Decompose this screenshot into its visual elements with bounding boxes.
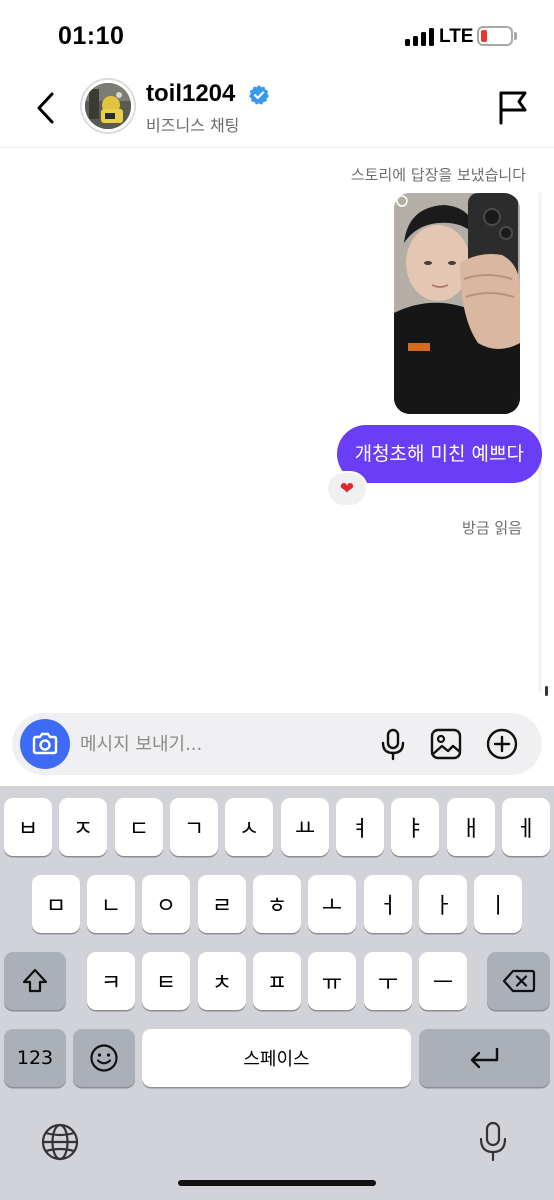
microphone-icon[interactable] <box>376 727 410 761</box>
status-time: 01:10 <box>58 22 125 50</box>
key-u[interactable]: ㅜ <box>364 952 412 1010</box>
key-o[interactable]: ㅗ <box>308 875 356 933</box>
keyboard: ㅂ ㅈ ㄷ ㄱ ㅅ ㅛ ㅕ ㅑ ㅐ ㅔ ㅁ ㄴ ㅇ ㄹ ㅎ ㅗ ㅓ ㅏ ㅣ ㅋ … <box>0 786 554 1200</box>
key-yeo[interactable]: ㅕ <box>336 798 384 856</box>
message-composer <box>12 713 542 775</box>
key-yo[interactable]: ㅛ <box>281 798 329 856</box>
key-ch[interactable]: ㅊ <box>198 952 246 1010</box>
story-reply-note: 스토리에 답장을 보냈습니다 <box>350 166 526 184</box>
key-t[interactable]: ㅌ <box>142 952 190 1010</box>
message-input[interactable] <box>80 713 360 775</box>
key-b[interactable]: ㅂ <box>4 798 52 856</box>
backspace-icon <box>502 969 535 993</box>
key-ng[interactable]: ㅇ <box>142 875 190 933</box>
key-p[interactable]: ㅍ <box>253 952 301 1010</box>
camera-button[interactable] <box>20 719 70 769</box>
scrollbar-thumb[interactable] <box>545 686 548 696</box>
home-indicator <box>178 1180 376 1186</box>
dictation-mic-icon[interactable] <box>476 1120 510 1164</box>
plus-circle-icon[interactable] <box>485 727 519 761</box>
key-ya[interactable]: ㅑ <box>391 798 439 856</box>
key-e[interactable]: ㅔ <box>502 798 550 856</box>
space-key[interactable]: 스페이스 <box>142 1029 411 1087</box>
key-eo[interactable]: ㅓ <box>364 875 412 933</box>
cellular-signal-icon <box>405 28 435 46</box>
camera-icon <box>32 732 58 755</box>
return-icon <box>470 1048 498 1069</box>
numbers-key[interactable]: 123 <box>4 1029 66 1087</box>
key-i[interactable]: ㅣ <box>474 875 522 933</box>
sent-message-bubble[interactable]: 개청초해 미친 예쁘다 <box>336 425 542 483</box>
key-h[interactable]: ㅎ <box>253 875 301 933</box>
key-g[interactable]: ㄱ <box>170 798 218 856</box>
shift-icon <box>22 968 48 993</box>
globe-icon[interactable] <box>40 1122 80 1162</box>
key-yu[interactable]: ㅠ <box>308 952 356 1010</box>
delete-key[interactable] <box>487 952 550 1010</box>
key-ae[interactable]: ㅐ <box>447 798 495 856</box>
read-receipt: 방금 읽음 <box>462 519 522 537</box>
key-n[interactable]: ㄴ <box>87 875 135 933</box>
story-thumbnail[interactable] <box>394 193 520 414</box>
status-bar: 01:10 LTE <box>0 0 554 72</box>
key-a[interactable]: ㅏ <box>419 875 467 933</box>
key-k[interactable]: ㅋ <box>87 952 135 1010</box>
emoji-key[interactable] <box>73 1029 135 1087</box>
verified-badge-icon <box>249 85 269 105</box>
key-s[interactable]: ㅅ <box>225 798 273 856</box>
network-type: LTE <box>439 26 474 47</box>
key-d[interactable]: ㄷ <box>115 798 163 856</box>
avatar[interactable] <box>80 78 136 134</box>
chat-subtitle: 비즈니스 채팅 <box>146 116 240 135</box>
back-button[interactable] <box>30 88 66 128</box>
emoji-icon <box>90 1044 118 1072</box>
return-key[interactable] <box>419 1029 550 1087</box>
battery-icon <box>477 26 513 46</box>
key-j[interactable]: ㅈ <box>59 798 107 856</box>
chevron-left-icon <box>37 92 54 124</box>
report-button[interactable] <box>496 88 530 126</box>
shift-key[interactable] <box>4 952 66 1010</box>
chat-username[interactable]: toil1204 <box>146 80 235 108</box>
avatar-image <box>85 83 131 129</box>
flag-icon <box>499 91 527 125</box>
key-eu[interactable]: ㅡ <box>419 952 467 1010</box>
key-r[interactable]: ㄹ <box>198 875 246 933</box>
chat-header: toil1204 비즈니스 채팅 <box>0 72 554 148</box>
key-m[interactable]: ㅁ <box>32 875 80 933</box>
battery-cap <box>514 32 517 40</box>
image-icon[interactable] <box>429 727 463 761</box>
heart-reaction[interactable]: ❤ <box>326 471 368 507</box>
